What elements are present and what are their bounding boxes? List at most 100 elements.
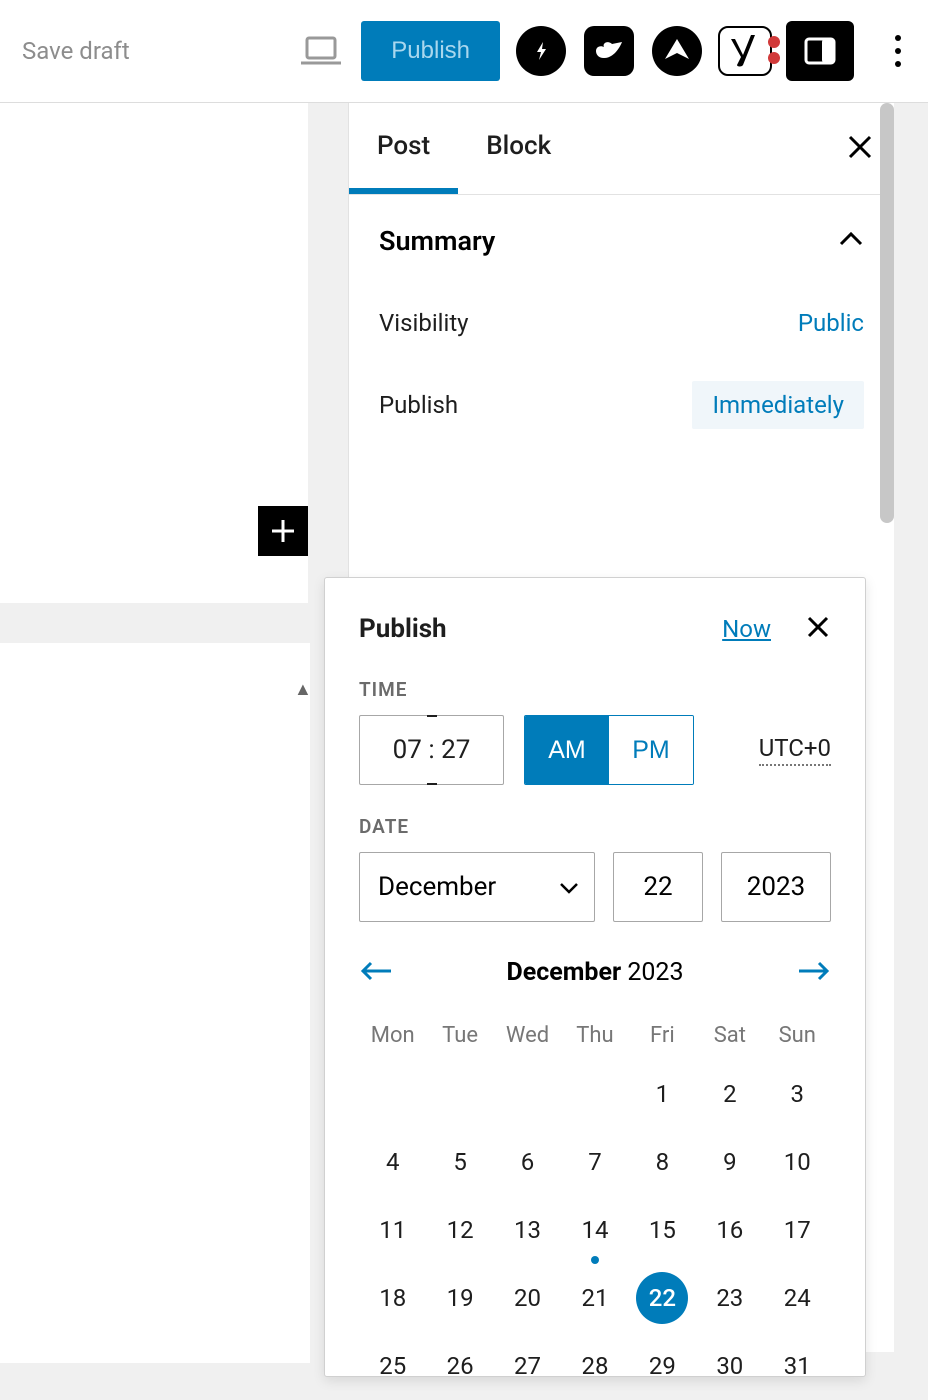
calendar-year: 2023	[627, 958, 683, 987]
weekday-header: Wed	[494, 1011, 561, 1060]
calendar-day[interactable]: 20	[494, 1264, 561, 1332]
publish-value[interactable]: Immediately	[692, 381, 864, 429]
save-draft-button[interactable]: Save draft	[22, 37, 130, 65]
calendar-day[interactable]: 10	[764, 1128, 831, 1196]
close-sidebar-icon[interactable]	[846, 133, 874, 165]
calendar-month-name: December	[506, 958, 621, 987]
calendar-day[interactable]: 6	[494, 1128, 561, 1196]
tab-block[interactable]: Block	[458, 103, 579, 194]
editor-canvas-lower[interactable]	[0, 643, 310, 1363]
time-label: TIME	[359, 678, 831, 701]
plugin-icon-1[interactable]	[514, 24, 568, 78]
timezone-label[interactable]: UTC+0	[759, 734, 831, 766]
collapse-arrow-icon[interactable]: ▲	[294, 679, 312, 700]
next-month-button[interactable]	[797, 960, 831, 986]
calendar-day[interactable]: 1	[629, 1060, 696, 1128]
top-toolbar: Save draft Publish	[0, 0, 928, 102]
close-popover-icon[interactable]	[805, 614, 831, 644]
calendar-day[interactable]: 14	[561, 1196, 628, 1264]
summary-heading: Summary	[379, 225, 495, 257]
settings-panel-toggle[interactable]	[786, 21, 854, 81]
calendar-nav: December 2023	[359, 958, 831, 987]
hour-value: 07	[393, 735, 422, 765]
pm-button[interactable]: PM	[609, 716, 693, 784]
calendar-empty-cell	[494, 1060, 561, 1128]
now-link[interactable]: Now	[722, 615, 771, 643]
weekday-header: Fri	[629, 1011, 696, 1060]
calendar-day[interactable]: 22	[629, 1264, 696, 1332]
calendar-empty-cell	[561, 1060, 628, 1128]
calendar-day[interactable]: 27	[494, 1332, 561, 1400]
sidebar-tabs: Post Block	[349, 103, 894, 195]
calendar-day[interactable]: 29	[629, 1332, 696, 1400]
publish-label: Publish	[379, 391, 458, 419]
chevron-down-icon	[558, 872, 580, 902]
chevron-up-icon	[838, 231, 864, 251]
calendar-day[interactable]: 3	[764, 1060, 831, 1128]
summary-section-toggle[interactable]: Summary	[349, 195, 894, 275]
am-button[interactable]: AM	[525, 716, 609, 784]
calendar-day[interactable]: 15	[629, 1196, 696, 1264]
month-value: December	[378, 872, 496, 902]
visibility-label: Visibility	[379, 309, 469, 337]
minute-value: 27	[441, 735, 470, 765]
notification-dots-icon	[768, 36, 780, 68]
calendar-day[interactable]: 28	[561, 1332, 628, 1400]
scrollbar[interactable]	[880, 103, 894, 523]
day-input[interactable]: 22	[613, 852, 703, 922]
day-value: 22	[643, 872, 672, 902]
calendar-day[interactable]: 19	[426, 1264, 493, 1332]
calendar-day[interactable]: 30	[696, 1332, 763, 1400]
calendar-day[interactable]: 21	[561, 1264, 628, 1332]
calendar-day[interactable]: 31	[764, 1332, 831, 1400]
year-value: 2023	[747, 872, 805, 902]
calendar-day[interactable]: 7	[561, 1128, 628, 1196]
time-colon: :	[422, 735, 441, 765]
calendar-day[interactable]: 24	[764, 1264, 831, 1332]
summary-rows: Visibility Public Publish Immediately	[349, 275, 894, 491]
calendar-day[interactable]: 4	[359, 1128, 426, 1196]
publish-row: Publish Immediately	[379, 359, 864, 451]
prev-month-button[interactable]	[359, 960, 393, 986]
weekday-header: Sat	[696, 1011, 763, 1060]
time-input[interactable]: 07 : 27	[359, 715, 504, 785]
calendar-empty-cell	[359, 1060, 426, 1128]
plugin-icon-3[interactable]	[650, 24, 704, 78]
calendar-grid: MonTueWedThuFriSatSun 123456789101112131…	[359, 1011, 831, 1400]
calendar-day[interactable]: 23	[696, 1264, 763, 1332]
calendar-day[interactable]: 9	[696, 1128, 763, 1196]
calendar-day[interactable]: 5	[426, 1128, 493, 1196]
weekday-header: Sun	[764, 1011, 831, 1060]
popover-title: Publish	[359, 614, 447, 644]
visibility-value[interactable]: Public	[798, 309, 864, 337]
visibility-row: Visibility Public	[379, 287, 864, 359]
tab-post[interactable]: Post	[349, 103, 458, 194]
publish-button[interactable]: Publish	[361, 21, 500, 81]
more-options-icon[interactable]	[878, 35, 918, 67]
calendar-day[interactable]: 17	[764, 1196, 831, 1264]
calendar-day[interactable]: 26	[426, 1332, 493, 1400]
calendar-day[interactable]: 13	[494, 1196, 561, 1264]
calendar-day[interactable]: 25	[359, 1332, 426, 1400]
calendar-day[interactable]: 8	[629, 1128, 696, 1196]
calendar-day[interactable]: 11	[359, 1196, 426, 1264]
weekday-header: Thu	[561, 1011, 628, 1060]
editor-area: ▲ Post Block Summary Visibility Public P…	[0, 102, 928, 1352]
month-select[interactable]: December	[359, 852, 595, 922]
calendar-empty-cell	[426, 1060, 493, 1128]
year-input[interactable]: 2023	[721, 852, 831, 922]
calendar-day[interactable]: 16	[696, 1196, 763, 1264]
date-label: DATE	[359, 815, 831, 838]
weekday-header: Mon	[359, 1011, 426, 1060]
plugin-icon-2[interactable]	[582, 24, 636, 78]
calendar-day[interactable]: 12	[426, 1196, 493, 1264]
ampm-toggle: AM PM	[524, 715, 694, 785]
calendar-day[interactable]: 18	[359, 1264, 426, 1332]
calendar-day[interactable]: 2	[696, 1060, 763, 1128]
add-block-button[interactable]	[258, 506, 308, 556]
preview-icon[interactable]	[301, 36, 341, 66]
yoast-icon[interactable]	[718, 24, 772, 78]
publish-datetime-popover: Publish Now TIME 07 : 27 AM PM UTC+0 DAT…	[324, 577, 866, 1377]
calendar-month-title: December 2023	[506, 958, 683, 987]
weekday-header: Tue	[426, 1011, 493, 1060]
